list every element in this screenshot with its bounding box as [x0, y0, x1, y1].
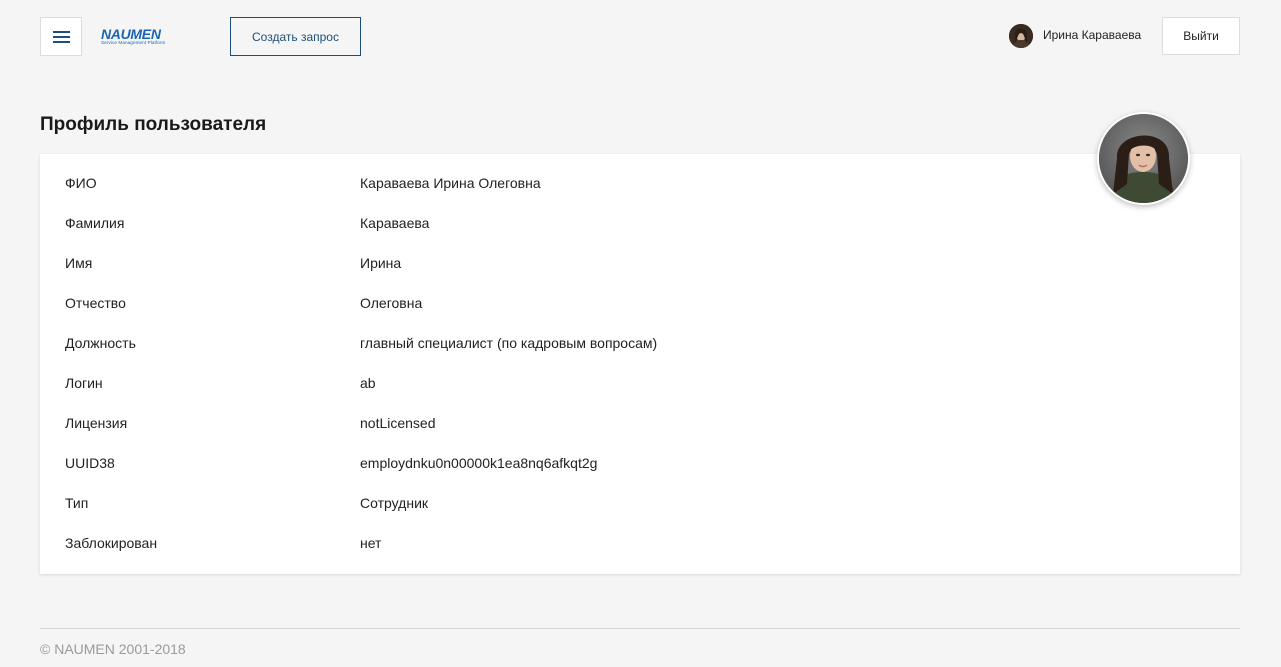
menu-button[interactable] [40, 17, 82, 56]
naumen-logo[interactable]: NAUMEN Service Management Platform [101, 27, 183, 47]
field-value: Караваева [360, 215, 430, 231]
field-value: Олеговна [360, 295, 423, 311]
field-label: Тип [65, 495, 89, 511]
field-label: Лицензия [65, 415, 128, 431]
page-title: Профиль пользователя [40, 114, 267, 135]
create-request-button[interactable]: Создать запрос [230, 17, 361, 56]
field-value: notLicensed [360, 415, 436, 431]
logo-text: NAUMEN [101, 26, 161, 42]
user-avatar[interactable] [1009, 24, 1033, 48]
profile-row-type: Тип Сотрудник [40, 474, 1240, 514]
field-label: ФИО [65, 175, 97, 191]
profile-photo [1097, 112, 1190, 205]
profile-row-license: Лицензия notLicensed [40, 394, 1240, 434]
profile-row-first-name: Имя Ирина [40, 234, 1240, 274]
field-label: UUID38 [65, 455, 115, 471]
field-label: Логин [65, 375, 103, 391]
hamburger-icon [52, 31, 70, 43]
field-value: главный специалист (по кадровым вопросам… [360, 335, 658, 351]
user-name-link[interactable]: Ирина Караваева [1043, 28, 1141, 42]
field-value: ab [360, 375, 376, 391]
profile-row-position: Должность главный специалист (по кадровы… [40, 314, 1240, 354]
field-label: Фамилия [65, 215, 125, 231]
top-bar: NAUMEN Service Management Platform Созда… [0, 0, 1281, 72]
copyright-text: © NAUMEN 2001-2018 [40, 641, 186, 657]
field-value: Караваева Ирина Олеговна [360, 175, 541, 191]
field-label: Заблокирован [65, 535, 158, 551]
profile-row-uuid: UUID38 employdnku0n00000k1ea8nq6afkqt2g [40, 434, 1240, 474]
field-value: Ирина [360, 255, 402, 271]
profile-row-blocked: Заблокирован нет [40, 514, 1240, 554]
profile-card: ФИО Караваева Ирина Олеговна Фамилия Кар… [40, 154, 1240, 574]
field-value: нет [360, 535, 382, 551]
profile-row-fio: ФИО Караваева Ирина Олеговна [40, 154, 1240, 194]
footer-divider [40, 628, 1240, 629]
field-value: employdnku0n00000k1ea8nq6afkqt2g [360, 455, 598, 471]
logout-button[interactable]: Выйти [1162, 17, 1240, 55]
field-label: Имя [65, 255, 93, 271]
field-label: Отчество [65, 295, 126, 311]
logo-subtitle: Service Management Platform [101, 40, 166, 45]
profile-row-patronymic: Отчество Олеговна [40, 274, 1240, 314]
field-value: Сотрудник [360, 495, 429, 511]
field-label: Должность [65, 335, 136, 351]
profile-row-login: Логин ab [40, 354, 1240, 394]
profile-row-last-name: Фамилия Караваева [40, 194, 1240, 234]
